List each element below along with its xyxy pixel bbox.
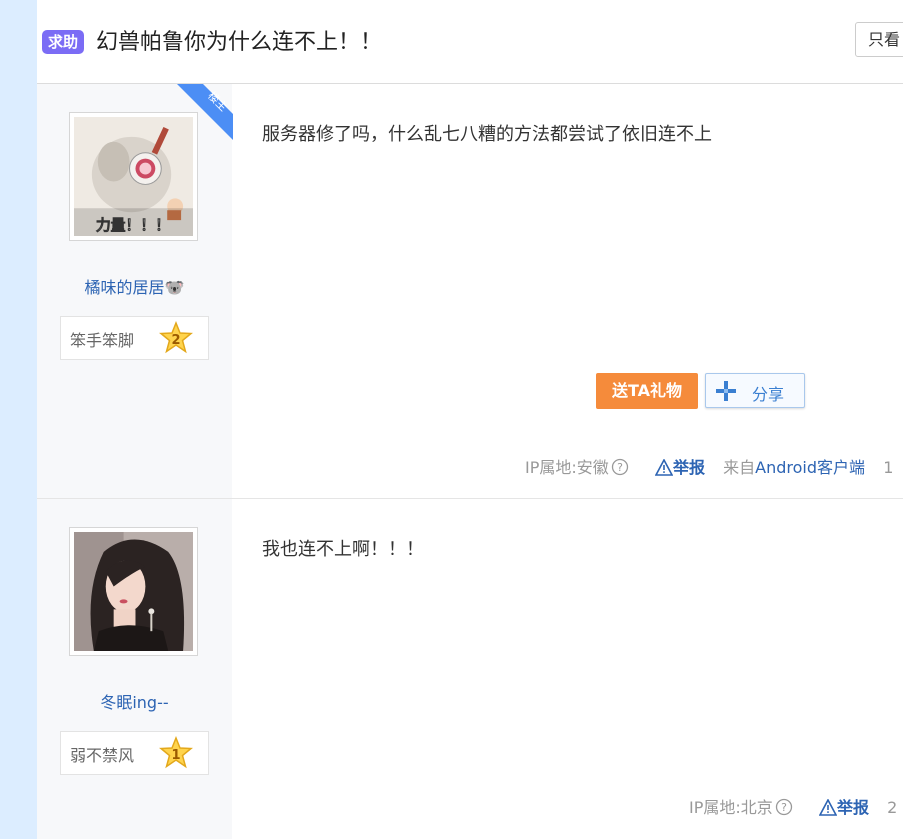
help-question-icon[interactable]: ? [775, 798, 793, 816]
post-tail: IP属地:安徽? 举报 来自Android客户端 1 [525, 454, 893, 478]
warning-triangle-icon[interactable] [654, 459, 673, 476]
warning-triangle-icon[interactable] [818, 799, 837, 816]
ip-location: IP属地:北京 [689, 798, 773, 817]
from-prefix: 来自 [723, 458, 756, 477]
report-link[interactable]: 举报 [673, 458, 705, 477]
svg-text:?: ? [617, 461, 623, 474]
report-link[interactable]: 举报 [837, 798, 869, 817]
level-name: 弱不禁风 [70, 746, 135, 765]
level-badge[interactable]: 弱不禁风 1 [60, 731, 209, 775]
level-number: 2 [171, 333, 180, 348]
share-label: 分享 [752, 385, 785, 404]
lz-corner-badge: 楼主 [177, 84, 233, 140]
thread-header: 求助 幻兽帕鲁你为什么连不上！！ 只看 [37, 0, 903, 84]
ip-location: IP属地:安徽 [525, 458, 609, 477]
post-floor-2: 冬眠ing-- 弱不禁风 1 我也连不上啊！！！ IP属地:北京? 举报 2 [37, 499, 903, 839]
level-name: 笨手笨脚 [70, 331, 135, 350]
avatar-image-cat: 力量！！！ [74, 117, 193, 236]
author-column: 冬眠ing-- 弱不禁风 1 [37, 499, 232, 839]
svg-text:?: ? [781, 801, 787, 814]
post-tail: IP属地:北京? 举报 2 [689, 794, 897, 818]
level-star-icon: 1 [159, 736, 193, 769]
avatar-caption: 力量！！！ [96, 216, 170, 234]
floor-number: 2 [887, 798, 898, 817]
left-background-strip [0, 0, 37, 839]
client-link[interactable]: Android客户端 [755, 458, 865, 477]
only-lz-button[interactable]: 只看 [855, 22, 903, 57]
post-content: 服务器修了吗，什么乱七八糟的方法都尝试了依旧连不上 [262, 124, 712, 145]
share-button[interactable]: 分享 [705, 373, 805, 408]
avatar[interactable] [69, 527, 198, 656]
level-badge[interactable]: 笨手笨脚 2 [60, 316, 209, 360]
help-tag: 求助 [42, 30, 85, 54]
post-floor-1: 力量！！！ 橘味的居居🐨 笨手笨脚 2 楼主 服务器修了吗，什么乱七八糟的方法都… [37, 84, 903, 499]
share-plus-icon [716, 381, 736, 401]
level-star-icon: 2 [159, 321, 193, 354]
floor-number: 1 [883, 458, 894, 477]
avatar-image-portrait [74, 532, 193, 651]
username-link[interactable]: 冬眠ing-- [37, 689, 232, 713]
post-content: 我也连不上啊！！！ [262, 539, 424, 560]
help-question-icon[interactable]: ? [611, 458, 629, 476]
thread-title: 幻兽帕鲁你为什么连不上！！ [96, 30, 383, 55]
level-number: 1 [171, 748, 180, 763]
send-gift-button[interactable]: 送TA礼物 [596, 373, 698, 409]
author-column: 力量！！！ 橘味的居居🐨 笨手笨脚 2 楼主 [37, 84, 233, 498]
username-link[interactable]: 橘味的居居🐨 [37, 274, 232, 298]
